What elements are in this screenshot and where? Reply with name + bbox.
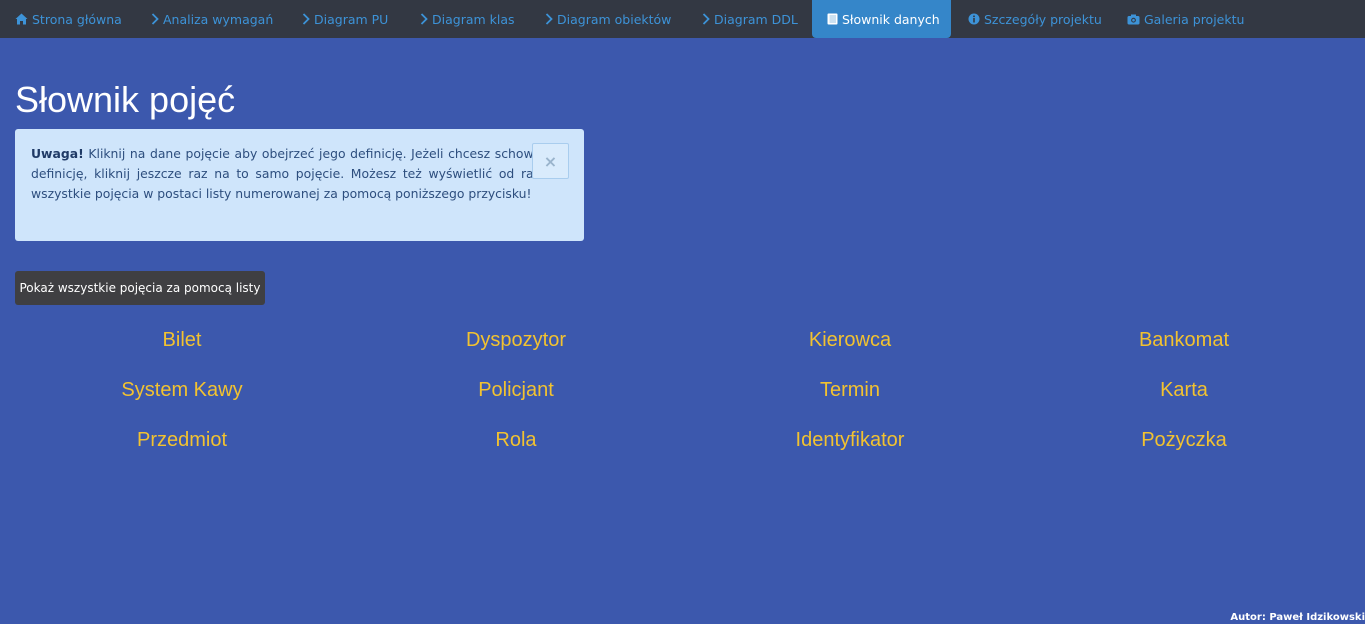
- page-title: Słownik pojęć: [15, 79, 236, 120]
- nav-item-label: Diagram klas: [432, 11, 515, 27]
- nav-item-label: Słownik danych: [842, 11, 940, 27]
- nav-item-slownik-danych[interactable]: Słownik danych: [812, 0, 951, 38]
- alert-message: Uwaga! Kliknij na dane pojęcie aby obejr…: [31, 144, 548, 204]
- alert-strong-label: Uwaga!: [31, 146, 84, 161]
- show-all-terms-button[interactable]: Pokaż wszystkie pojęcia za pomocą listy: [15, 271, 265, 305]
- term-item-rola[interactable]: Rola: [349, 425, 683, 455]
- nav-item-diagram-ddl[interactable]: Diagram DDL: [702, 0, 798, 38]
- chevron-right-icon: [545, 13, 553, 25]
- footer-author: Autor: Paweł Idzikowski: [1230, 612, 1365, 623]
- term-item-przedmiot[interactable]: Przedmiot: [15, 425, 349, 455]
- nav-item-strona-glowna[interactable]: Strona główna: [15, 0, 122, 38]
- nav-item-label: Strona główna: [32, 11, 122, 27]
- term-item-policjant[interactable]: Policjant: [349, 375, 683, 405]
- nav-item-analiza-wymagan[interactable]: Analiza wymagań: [151, 0, 273, 38]
- book-icon: [827, 13, 838, 25]
- term-item-kierowca[interactable]: Kierowca: [683, 325, 1017, 355]
- nav-item-label: Analiza wymagań: [163, 11, 274, 27]
- term-item-identyfikator[interactable]: Identyfikator: [683, 425, 1017, 455]
- term-item-termin[interactable]: Termin: [683, 375, 1017, 405]
- alert-body-text: Kliknij na dane pojęcie aby obejrzeć jeg…: [31, 146, 548, 201]
- nav-item-label: Diagram DDL: [714, 11, 798, 27]
- nav-item-label: Diagram obiektów: [557, 11, 672, 27]
- alert-close-button[interactable]: ×: [532, 143, 569, 179]
- chevron-right-icon: [702, 13, 710, 25]
- nav-item-label: Szczegóły projektu: [984, 11, 1102, 27]
- nav-item-diagram-klas[interactable]: Diagram klas: [420, 0, 515, 38]
- info-circle-icon: [968, 13, 980, 25]
- nav-item-diagram-obiektow[interactable]: Diagram obiektów: [545, 0, 671, 38]
- chevron-right-icon: [420, 13, 428, 25]
- term-item-karta[interactable]: Karta: [1017, 375, 1351, 405]
- term-item-bankomat[interactable]: Bankomat: [1017, 325, 1351, 355]
- term-item-pozyczka[interactable]: Pożyczka: [1017, 425, 1351, 455]
- term-item-system-kawy[interactable]: System Kawy: [15, 375, 349, 405]
- camera-icon: [1127, 14, 1140, 25]
- info-alert: Uwaga! Kliknij na dane pojęcie aby obejr…: [15, 129, 584, 241]
- chevron-right-icon: [302, 13, 310, 25]
- top-navbar: Strona główna Analiza wymagań Diagram PU…: [0, 0, 1365, 38]
- nav-item-szczegoly-projektu[interactable]: Szczegóły projektu: [968, 0, 1102, 38]
- term-item-dyspozytor[interactable]: Dyspozytor: [349, 325, 683, 355]
- nav-item-label: Galeria projektu: [1144, 11, 1245, 27]
- nav-item-galeria-projektu[interactable]: Galeria projektu: [1127, 0, 1244, 38]
- nav-item-diagram-pu[interactable]: Diagram PU: [302, 0, 388, 38]
- chevron-right-icon: [151, 13, 159, 25]
- nav-item-label: Diagram PU: [314, 11, 389, 27]
- term-item-bilet[interactable]: Bilet: [15, 325, 349, 355]
- home-icon: [15, 13, 28, 25]
- close-icon: ×: [543, 151, 558, 171]
